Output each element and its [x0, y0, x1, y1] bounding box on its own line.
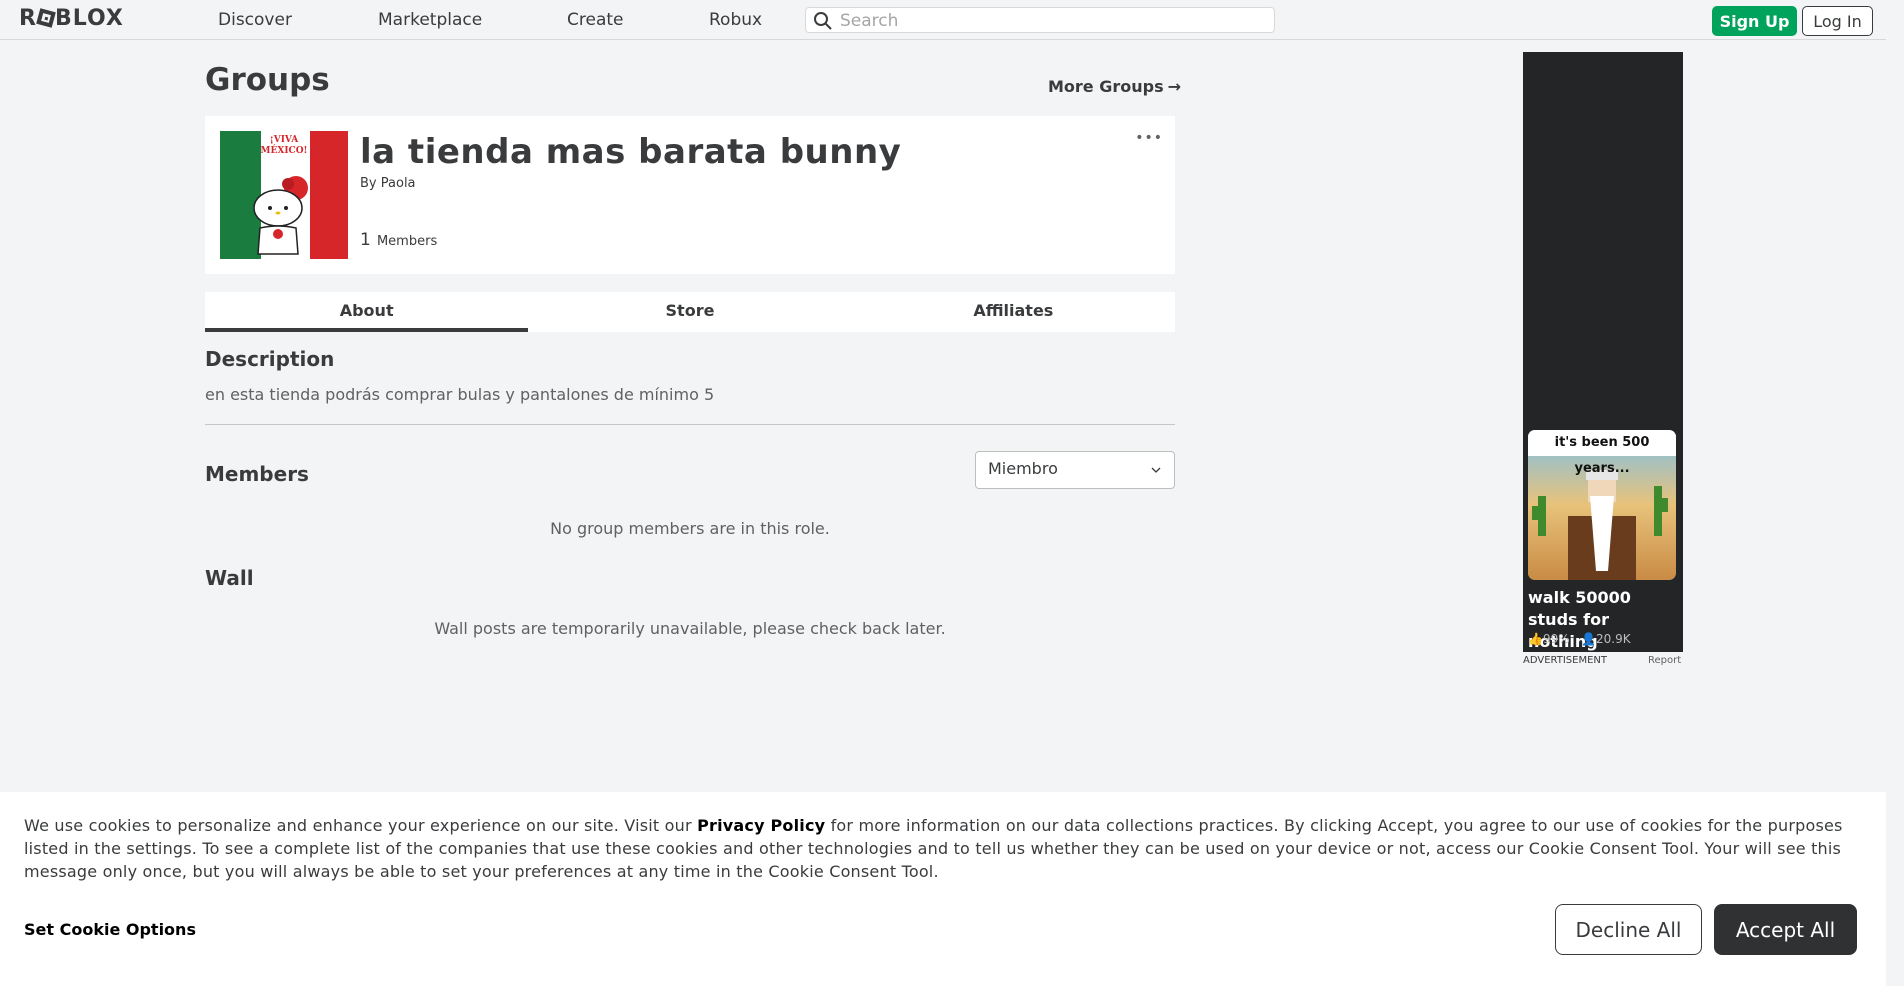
nav-marketplace[interactable]: Marketplace [378, 10, 482, 30]
more-options-icon[interactable]: ••• [1135, 130, 1163, 146]
logo-o-icon [36, 8, 56, 28]
member-count: 1 Members [360, 230, 437, 250]
set-cookie-options-link[interactable]: Set Cookie Options [24, 920, 196, 939]
tab-about[interactable]: About [205, 292, 529, 332]
ad-thumbnail[interactable]: it's been 500 years... [1528, 430, 1676, 580]
chevron-down-icon [1151, 467, 1161, 473]
ad-label: ADVERTISEMENT [1523, 655, 1608, 666]
nav-robux[interactable]: Robux [709, 10, 762, 30]
privacy-policy-link[interactable]: Privacy Policy [697, 816, 825, 835]
divider [205, 424, 1175, 425]
arrow-right-icon: → [1167, 77, 1182, 96]
decline-all-button[interactable]: Decline All [1555, 904, 1702, 955]
group-tabs: About Store Affiliates [205, 292, 1175, 332]
accept-all-button[interactable]: Accept All [1714, 904, 1857, 955]
by-label: By [360, 176, 377, 191]
ad-players: 20.9K [1596, 632, 1631, 646]
wall-empty-message: Wall posts are temporarily unavailable, … [434, 619, 946, 638]
description-title: Description [205, 347, 335, 371]
group-owner-line: By Paola [360, 176, 416, 191]
more-groups-label: More Groups [1048, 77, 1164, 96]
search-box [805, 7, 1275, 33]
ad-report-link[interactable]: Report [1648, 655, 1681, 666]
member-count-number: 1 [360, 230, 371, 250]
group-description: en esta tienda podrás comprar bulas y pa… [205, 385, 715, 404]
thumbs-up-icon: 👍 [1528, 632, 1543, 646]
role-dropdown[interactable]: Miembro [975, 451, 1175, 489]
cookie-banner: We use cookies to personalize and enhanc… [0, 792, 1886, 986]
cookie-text-before: We use cookies to personalize and enhanc… [24, 816, 698, 835]
sign-up-button[interactable]: Sign Up [1712, 6, 1797, 36]
log-in-button[interactable]: Log In [1802, 6, 1873, 36]
group-header-card: ¡VIVA MÉXICO! la tienda mas barata bunny… [205, 116, 1175, 274]
search-input[interactable] [838, 10, 1262, 32]
tab-store[interactable]: Store [528, 292, 851, 332]
roblox-logo[interactable]: R BLOX [19, 6, 124, 31]
ad-rating: 99% [1542, 632, 1570, 646]
wall-title: Wall [205, 566, 254, 590]
members-empty-message: No group members are in this role. [550, 519, 830, 538]
group-name: la tienda mas barata bunny [360, 132, 902, 172]
page-title: Groups [205, 62, 330, 98]
ad-stats: 👍99% 👤20.9K [1528, 632, 1631, 646]
player-icon: 👤 [1581, 632, 1597, 646]
role-selected-value: Miembro [988, 459, 1058, 478]
emblem-text: ¡VIVA MÉXICO! [260, 135, 308, 156]
tab-affiliates[interactable]: Affiliates [852, 292, 1175, 332]
owner-link[interactable]: Paola [381, 176, 416, 191]
nav-discover[interactable]: Discover [218, 10, 292, 30]
nav-create[interactable]: Create [567, 10, 624, 30]
member-count-label: Members [376, 234, 438, 249]
ad-thumb-caption: it's been 500 years... [1528, 430, 1676, 476]
more-groups-link[interactable]: More Groups → [1048, 77, 1181, 96]
top-nav: R BLOX Discover Marketplace Create Robux … [0, 0, 1886, 40]
advertisement[interactable]: it's been 500 years... walk 50000 studs … [1523, 52, 1683, 652]
members-title: Members [205, 462, 309, 486]
cookie-text: We use cookies to personalize and enhanc… [24, 814, 1854, 883]
search-icon[interactable] [813, 11, 833, 31]
scrollbar[interactable] [1886, 0, 1904, 986]
group-emblem: ¡VIVA MÉXICO! [220, 131, 348, 259]
hello-kitty-icon [253, 176, 308, 255]
